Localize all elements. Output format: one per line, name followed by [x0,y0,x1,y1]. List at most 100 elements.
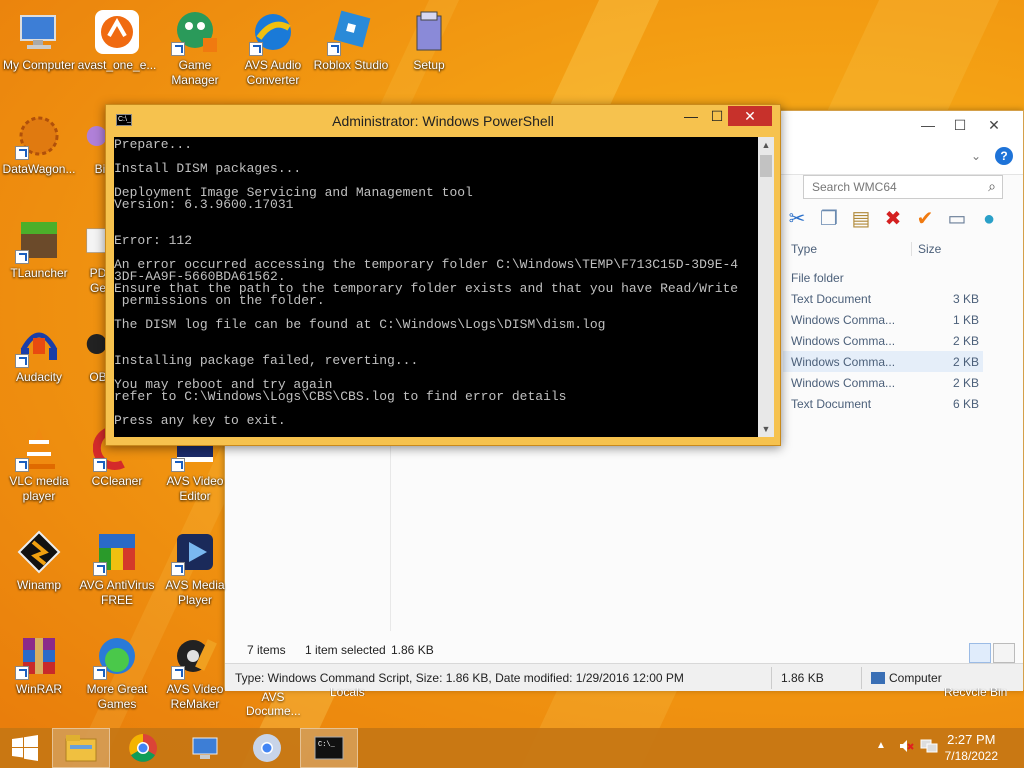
maximize-button[interactable]: ☐ [704,106,730,126]
desktop-icon-tlauncher[interactable]: TLauncher [0,212,78,308]
desktop-icon-audacity[interactable]: Audacity [0,316,78,412]
explorer-minimize-button[interactable]: — [915,115,941,135]
column-size[interactable]: Size [911,242,941,256]
scroll-thumb[interactable] [760,155,772,177]
vertical-scrollbar[interactable]: ▲ ▼ [758,137,774,437]
app-icon [86,126,107,146]
shell-icon[interactable]: ● [977,207,1001,231]
shortcut-arrow-icon [15,666,29,680]
desktop-icon-avs-documents-label[interactable]: AVS Docume... [246,690,301,718]
desktop-icon-more-great-games[interactable]: More Great Games [78,628,156,724]
desktop-icon-avs-media-player[interactable]: AVS Media Player [156,524,234,620]
chrome-icon [253,734,281,762]
volume-muted-icon[interactable] [898,738,914,768]
desktop-icon-datawagon[interactable]: DataWagon... [0,108,78,204]
shortcut-arrow-icon [327,42,341,56]
taskbar: C:\_ ▲ 2:27 PM 7/18/2022 [0,728,1024,768]
shortcut-arrow-icon [15,250,29,264]
list-item-selected[interactable]: Windows Comma... 2 KB [783,351,983,372]
nav-pane-divider[interactable] [390,441,391,631]
start-button[interactable] [0,728,50,768]
selected-count: 1 item selected [305,643,386,657]
desktop-icon-pd[interactable]: PD Ge [78,212,108,308]
computer-icon [871,672,885,684]
search-input[interactable]: Search WMC64 ⌕ [803,175,1003,199]
taskbar-file-explorer[interactable] [52,728,110,768]
windows-logo-icon [12,735,38,761]
details-view-icon[interactable] [969,643,991,663]
large-icons-view-icon[interactable] [993,643,1015,663]
desktop-icon-recycle-bin-label[interactable]: Recycle Bin [944,688,1007,696]
shortcut-arrow-icon [93,562,107,576]
network-icon[interactable] [920,738,938,768]
rename-icon[interactable]: ▭ [945,207,969,231]
minimize-button[interactable]: — [678,106,704,126]
desktop-icon-winrar[interactable]: WinRAR [0,628,78,724]
search-icon[interactable]: ⌕ [988,178,996,195]
details-size: 1.86 KB [781,671,824,685]
list-item[interactable]: Text Document 3 KB [783,288,983,309]
list-item[interactable]: File folder [783,267,983,288]
desktop-icon-roblox-studio[interactable]: Roblox Studio [312,4,390,100]
show-hidden-icons[interactable]: ▲ [876,740,886,768]
desktop-icon-bi[interactable]: Bi [78,108,108,204]
help-icon[interactable]: ? [995,147,1013,165]
svg-text:C:\_: C:\_ [318,741,336,749]
chevron-down-icon[interactable]: ⌄ [971,149,981,163]
taskbar-powershell[interactable]: C:\_ [300,728,358,768]
clock-time: 2:27 PM [947,732,996,747]
desktop-icon-avs-video-remaker[interactable]: AVS Video ReMaker [156,628,234,724]
winamp-icon [17,530,61,574]
clock-date: 7/18/2022 [944,749,998,763]
desktop-icon-vlc[interactable]: VLC media player [0,420,78,516]
desktop-icon-setup[interactable]: Setup [390,4,468,100]
cut-icon[interactable]: ✂ [785,207,809,231]
console-line: permissions on the folder. [114,293,325,308]
list-item[interactable]: Windows Comma... 2 KB [783,330,983,351]
shortcut-arrow-icon [93,666,107,680]
console-output[interactable]: Prepare... Install DISM packages... Deploy… [114,137,758,437]
scroll-down-icon[interactable]: ▼ [758,421,774,437]
list-item[interactable]: Windows Comma... 1 KB [783,309,983,330]
chrome-icon [129,734,157,762]
desktop-icon-winamp[interactable]: Winamp [0,524,78,620]
paste-icon[interactable]: ▤ [849,207,873,231]
taskbar-chrome[interactable] [114,728,172,768]
shortcut-arrow-icon [171,562,185,576]
powershell-titlebar[interactable]: C:\_ Administrator: Windows PowerShell —… [106,105,780,137]
explorer-maximize-button[interactable]: ☐ [947,115,973,135]
explorer-close-button[interactable]: ✕ [981,115,1007,135]
desktop-icon-avs-audio-converter[interactable]: AVS Audio Converter [234,4,312,100]
desktop-icon-my-computer[interactable]: My Computer [0,4,78,100]
scroll-up-icon[interactable]: ▲ [758,137,774,153]
list-item[interactable]: Windows Comma... 2 KB [783,372,983,393]
copy-icon[interactable]: ❐ [817,207,841,231]
setup-icon [416,11,442,51]
checkmark-icon[interactable]: ✔ [913,207,937,231]
explorer-statusbar: 7 items 1 item selected 1.86 KB [225,633,1023,663]
explorer-details-bar: Type: Windows Command Script, Size: 1.86… [225,663,1023,691]
delete-icon[interactable]: ✖ [881,207,905,231]
clock[interactable]: 2:27 PM 7/18/2022 [945,732,998,764]
powershell-window[interactable]: C:\_ Administrator: Windows PowerShell —… [105,104,781,446]
column-type[interactable]: Type [791,242,817,256]
desktop-icon-game-manager[interactable]: Game Manager [156,4,234,100]
close-button[interactable]: ✕ [728,106,772,126]
shortcut-arrow-icon [171,666,185,680]
desktop-icon-avg[interactable]: AVG AntiVirus FREE [78,524,156,620]
desktop-icon-locals-label[interactable]: Locals [330,688,365,696]
console-line: Install DISM packages... [114,161,302,176]
list-item[interactable]: Text Document 6 KB [783,393,983,414]
taskbar-computer[interactable] [176,728,234,768]
computer-icon [192,737,218,759]
console-line: refer to C:\Windows\Logs\CBS\CBS.log to … [114,389,567,404]
file-details: Type: Windows Command Script, Size: 1.86… [235,671,684,685]
desktop-icon-avast[interactable]: avast_one_e... [78,4,156,100]
desktop-icon-ob[interactable]: OB [78,316,108,412]
file-list: File folder Text Document 3 KB Windows Co… [783,267,983,414]
taskbar-chrome-2[interactable] [238,728,296,768]
shortcut-arrow-icon [171,458,185,472]
shortcut-arrow-icon [15,354,29,368]
